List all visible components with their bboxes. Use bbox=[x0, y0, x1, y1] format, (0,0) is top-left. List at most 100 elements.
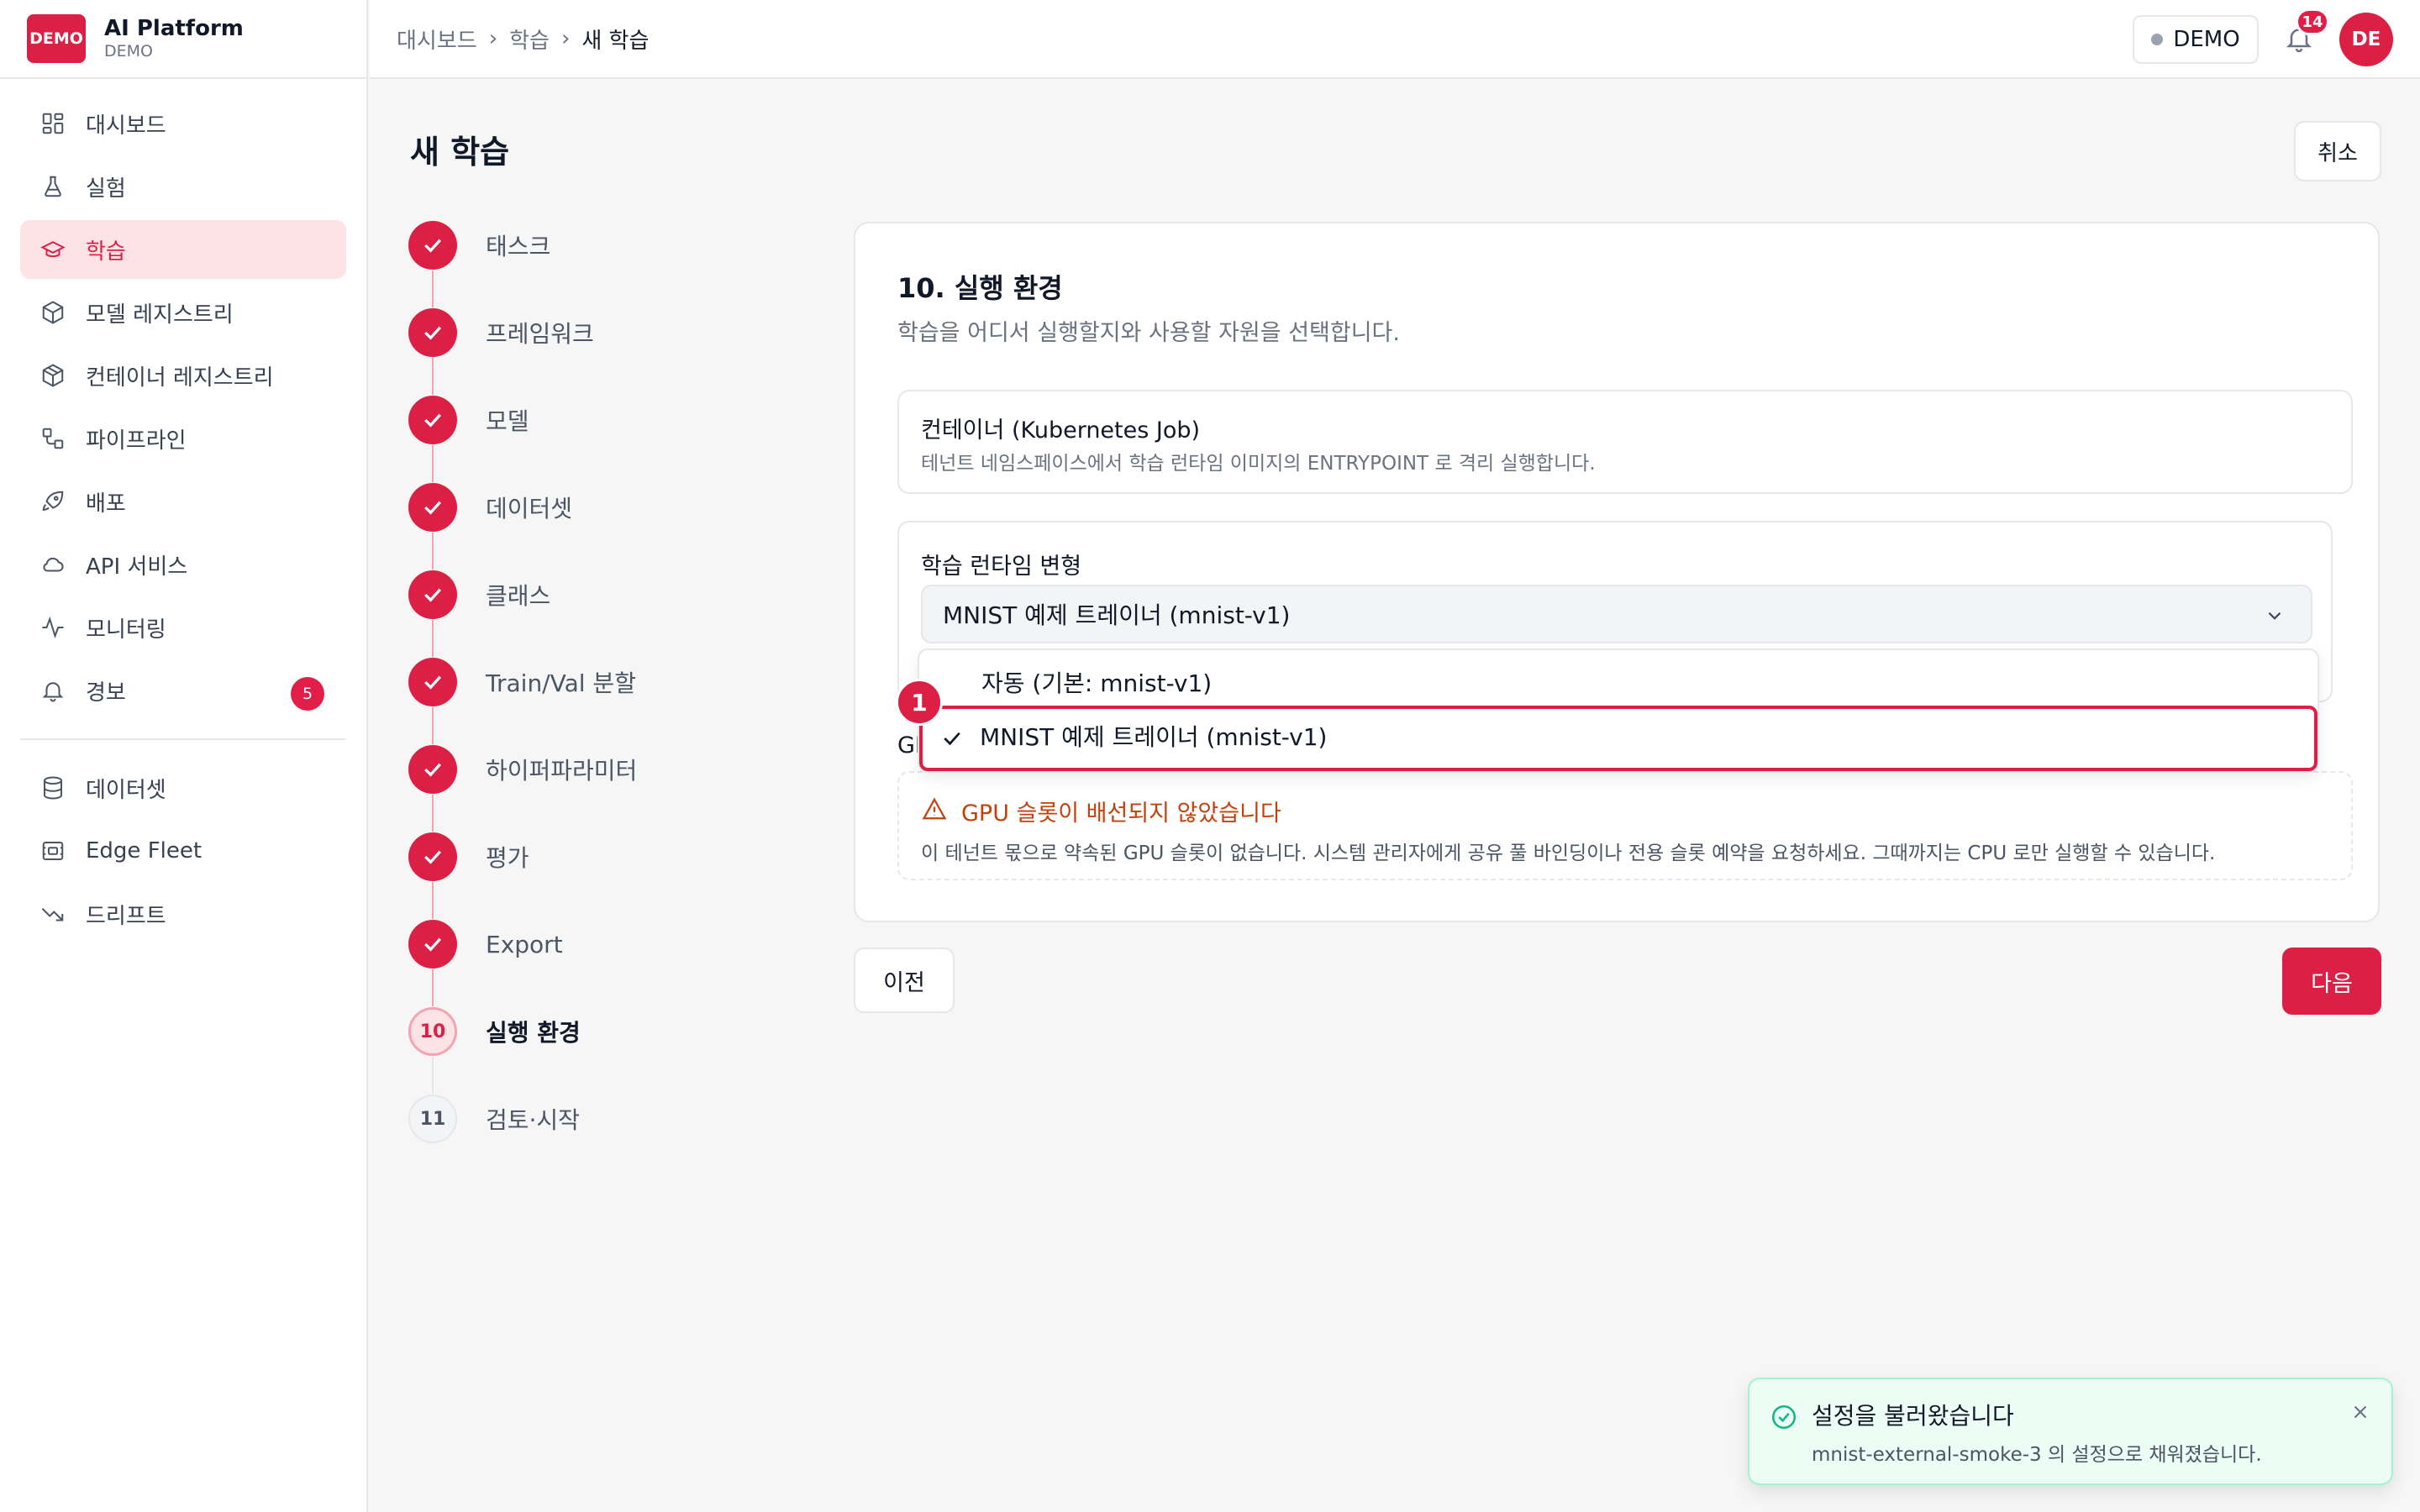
cube-icon bbox=[40, 300, 66, 325]
step-classes[interactable]: 클래스 bbox=[408, 570, 550, 620]
step-label: 하이퍼파라미터 bbox=[486, 757, 638, 785]
breadcrumb: 대시보드 › 학습 › 새 학습 bbox=[397, 24, 649, 55]
status-dot-icon bbox=[2151, 34, 2164, 45]
check-icon bbox=[944, 732, 960, 746]
step-check-icon bbox=[408, 308, 457, 357]
alerts-count-badge: 5 bbox=[291, 677, 324, 711]
next-button[interactable]: 다음 bbox=[2282, 948, 2381, 1015]
runtime-variant-label: 학습 런타임 변형 bbox=[921, 554, 1082, 580]
warning-triangle-icon bbox=[922, 797, 947, 820]
step-number: 10 bbox=[408, 1007, 457, 1056]
user-avatar[interactable]: DE bbox=[2339, 13, 2393, 66]
step-label: 데이터셋 bbox=[486, 495, 573, 522]
step-dataset[interactable]: 데이터셋 bbox=[408, 482, 572, 533]
close-icon[interactable] bbox=[2349, 1401, 2371, 1423]
database-icon bbox=[40, 775, 66, 801]
option-title: 컨테이너 (Kubernetes Job) bbox=[921, 417, 1201, 444]
sidebar-item-dashboard[interactable]: 대시보드 bbox=[20, 94, 346, 153]
step-connector bbox=[432, 969, 434, 1006]
step-label: 검토·시작 bbox=[486, 1106, 580, 1134]
step-check-icon bbox=[408, 832, 457, 881]
step-check-icon bbox=[408, 483, 457, 532]
step-check-icon bbox=[408, 920, 457, 969]
sidebar-item-pipeline[interactable]: 파이프라인 bbox=[20, 409, 346, 468]
sidebar: DEMO AI Platform DEMO 대시보드 실험 학습 모델 레지스트… bbox=[0, 0, 368, 1512]
option-description: 테넌트 네임스페이스에서 학습 런타임 이미지의 ENTRYPOINT 로 격리… bbox=[921, 453, 1596, 475]
chevron-down-icon bbox=[2268, 612, 2281, 620]
check-circle-icon bbox=[1771, 1404, 1797, 1430]
sidebar-item-api-service[interactable]: API 서비스 bbox=[20, 535, 346, 594]
annotation-marker: 1 bbox=[896, 679, 943, 726]
sidebar-nav: 대시보드 실험 학습 모델 레지스트리 컨테이너 레지스트리 파이프라인 배포 … bbox=[0, 79, 366, 943]
sidebar-divider bbox=[20, 738, 346, 740]
section-description: 학습을 어디서 실행할지와 사용할 자원을 선택합니다. bbox=[897, 320, 1400, 346]
step-label: 클래스 bbox=[486, 582, 551, 610]
warning-title: GPU 슬롯이 배선되지 않았습니다 bbox=[961, 801, 1281, 827]
page-title: 새 학습 bbox=[410, 134, 510, 171]
sidebar-item-label: 모니터링 bbox=[86, 617, 166, 643]
step-label: Export bbox=[486, 930, 563, 958]
sidebar-item-datasets[interactable]: 데이터셋 bbox=[20, 759, 346, 817]
step-connector bbox=[432, 882, 434, 919]
dropdown-option-label: MNIST 예제 트레이너 (mnist-v1) bbox=[980, 723, 1328, 751]
chevron-right-icon: › bbox=[560, 26, 571, 51]
environment-label: DEMO bbox=[2173, 27, 2240, 52]
gpu-warning-box: GPU 슬롯이 배선되지 않았습니다 이 테넌트 몫으로 약속된 GPU 슬롯이… bbox=[897, 771, 2353, 880]
sidebar-item-deploy[interactable]: 배포 bbox=[20, 472, 346, 531]
runtime-variant-select[interactable]: MNIST 예제 트레이너 (mnist-v1) bbox=[921, 585, 2312, 643]
sidebar-item-experiments[interactable]: 실험 bbox=[20, 157, 346, 216]
step-runtime-environment[interactable]: 10 실행 환경 bbox=[408, 1006, 581, 1057]
step-export[interactable]: Export bbox=[408, 919, 563, 969]
sidebar-item-model-registry[interactable]: 모델 레지스트리 bbox=[20, 283, 346, 342]
runtime-environment-card: 10. 실행 환경 학습을 어디서 실행할지와 사용할 자원을 선택합니다. 컨… bbox=[854, 222, 2380, 922]
previous-button[interactable]: 이전 bbox=[854, 948, 955, 1013]
sidebar-item-label: 파이프라인 bbox=[86, 428, 187, 454]
step-review-start[interactable]: 11 검토·시작 bbox=[408, 1094, 580, 1144]
sidebar-item-alerts[interactable]: 경보 5 bbox=[20, 661, 346, 720]
cloud-icon bbox=[40, 552, 66, 577]
settings-loaded-toast: 설정을 불러왔습니다 mnist-external-smoke-3 의 설정으로… bbox=[1748, 1378, 2393, 1485]
step-label: 평가 bbox=[486, 844, 529, 872]
section-title: 10. 실행 환경 bbox=[897, 272, 1063, 304]
dropdown-option-auto[interactable]: 자동 (기본: mnist-v1) bbox=[981, 665, 1212, 699]
environment-switcher[interactable]: DEMO bbox=[2133, 15, 2259, 64]
sidebar-item-training[interactable]: 학습 bbox=[20, 220, 346, 279]
breadcrumb-item-training[interactable]: 학습 bbox=[509, 24, 550, 55]
select-value: MNIST 예제 트레이너 (mnist-v1) bbox=[943, 601, 1291, 629]
breadcrumb-item-dashboard[interactable]: 대시보드 bbox=[397, 24, 477, 55]
step-evaluation[interactable]: 평가 bbox=[408, 832, 529, 882]
sidebar-item-monitoring[interactable]: 모니터링 bbox=[20, 598, 346, 657]
sidebar-item-edge-fleet[interactable]: Edge Fleet bbox=[20, 822, 346, 880]
brand-text: AI Platform DEMO bbox=[104, 16, 244, 61]
edge-device-icon bbox=[40, 838, 66, 864]
step-check-icon bbox=[408, 396, 457, 444]
brand-logo[interactable]: DEMO bbox=[27, 14, 86, 63]
graduation-cap-icon bbox=[40, 237, 66, 262]
sidebar-item-label: 학습 bbox=[86, 239, 126, 265]
container-icon bbox=[40, 363, 66, 388]
toast-description: mnist-external-smoke-3 의 설정으로 채워졌습니다. bbox=[1812, 1444, 2262, 1466]
bell-icon bbox=[40, 678, 66, 703]
sidebar-item-label: 배포 bbox=[86, 491, 126, 517]
step-hyperparameters[interactable]: 하이퍼파라미터 bbox=[408, 744, 637, 795]
sidebar-item-label: 대시보드 bbox=[86, 113, 166, 139]
cancel-button[interactable]: 취소 bbox=[2294, 121, 2381, 181]
rocket-icon bbox=[40, 489, 66, 514]
step-task[interactable]: 태스크 bbox=[408, 220, 550, 270]
dashboard-icon bbox=[40, 111, 66, 136]
container-option-card[interactable]: 컨테이너 (Kubernetes Job) 테넌트 네임스페이스에서 학습 런타… bbox=[897, 390, 2353, 494]
sidebar-item-label: Edge Fleet bbox=[86, 838, 203, 864]
sidebar-item-drift[interactable]: 드리프트 bbox=[20, 885, 346, 943]
step-train-val-split[interactable]: Train/Val 분할 bbox=[408, 657, 636, 707]
chevron-right-icon: › bbox=[488, 26, 498, 51]
step-label: Train/Val 분할 bbox=[486, 669, 636, 697]
step-connector bbox=[432, 620, 434, 657]
step-connector bbox=[432, 445, 434, 482]
toast-title: 설정을 불러왔습니다 bbox=[1812, 1402, 2014, 1430]
step-model[interactable]: 모델 bbox=[408, 395, 529, 445]
step-framework[interactable]: 프레임워크 bbox=[408, 307, 594, 358]
sidebar-item-container-registry[interactable]: 컨테이너 레지스트리 bbox=[20, 346, 346, 405]
step-label: 태스크 bbox=[486, 233, 551, 260]
notifications-count-badge: 14 bbox=[2296, 8, 2329, 35]
step-connector bbox=[432, 270, 434, 307]
